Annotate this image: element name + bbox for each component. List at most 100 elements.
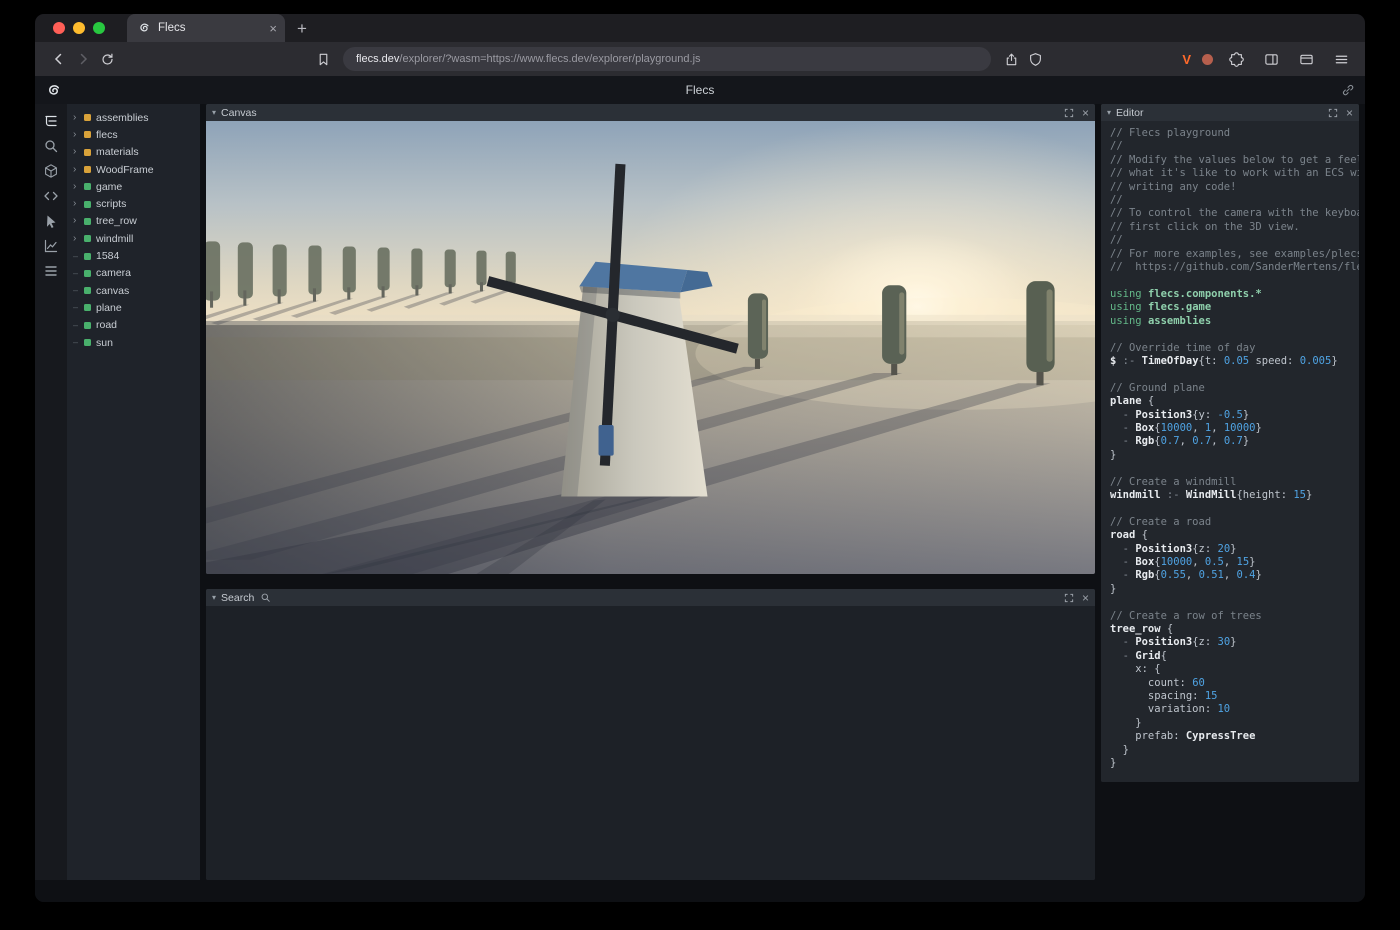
browser-tab[interactable]: Flecs ×: [127, 14, 285, 42]
rows-icon[interactable]: [39, 261, 63, 281]
v-extension-icon[interactable]: V: [1182, 52, 1191, 67]
code-line: - Rgb{0.55, 0.51, 0.4}: [1110, 569, 1350, 582]
zoom-window-button[interactable]: [93, 22, 105, 34]
entity-label: 1584: [96, 250, 119, 262]
menu-icon[interactable]: [1329, 47, 1353, 71]
address-bar[interactable]: flecs.dev/explorer/?wasm=https://www.fle…: [343, 47, 991, 71]
sidebar-toggle-icon[interactable]: [1259, 47, 1283, 71]
code-line: }: [1110, 583, 1350, 596]
expand-panel-icon[interactable]: [1328, 108, 1338, 118]
code-line: [1110, 368, 1350, 381]
entity-label: canvas: [96, 285, 129, 297]
entity-label: flecs: [96, 129, 118, 141]
collapse-chevron-icon[interactable]: ▾: [212, 593, 216, 602]
code-line: windmill :- WindMill{height: 15}: [1110, 489, 1350, 502]
chart-icon[interactable]: [39, 236, 63, 256]
code-line: [1110, 328, 1350, 341]
entity-color-swatch: [84, 201, 91, 208]
close-panel-icon[interactable]: ×: [1082, 592, 1089, 604]
tree-item-canvas[interactable]: –canvas: [67, 282, 200, 299]
editor-panel: ▾ Editor × // Flecs playground//// Modif…: [1101, 104, 1359, 782]
main-content: ›assemblies›flecs›materials›WoodFrame›ga…: [35, 104, 1365, 902]
expand-arrow-icon[interactable]: ›: [73, 216, 84, 226]
tree-item-sun[interactable]: –sun: [67, 334, 200, 351]
code-editor[interactable]: // Flecs playground//// Modify the value…: [1101, 121, 1359, 782]
entity-tree-panel: ›assemblies›flecs›materials›WoodFrame›ga…: [67, 104, 200, 880]
search-icon[interactable]: [39, 136, 63, 156]
tree-item-materials[interactable]: ›materials: [67, 144, 200, 161]
tab-close-icon[interactable]: ×: [269, 22, 277, 35]
tree-item-woodframe[interactable]: › WoodFrame: [67, 161, 200, 178]
tree-item-plane[interactable]: –plane: [67, 299, 200, 316]
entity-color-swatch: [84, 114, 91, 121]
box-icon[interactable]: [39, 161, 63, 181]
code-line: spacing: 15: [1110, 690, 1350, 703]
expand-arrow-icon[interactable]: ›: [73, 165, 84, 175]
collapse-chevron-icon[interactable]: ▾: [1107, 108, 1111, 117]
reload-icon[interactable]: [95, 47, 119, 71]
tree-item-game[interactable]: ›game: [67, 178, 200, 195]
entity-label: assemblies: [96, 112, 149, 124]
forward-icon[interactable]: [71, 47, 95, 71]
code-line: // https://github.com/SanderMertens/flec…: [1110, 261, 1350, 274]
tree-item-1584[interactable]: –1584: [67, 247, 200, 264]
close-panel-icon[interactable]: ×: [1346, 107, 1353, 119]
tree-item-tree_row[interactable]: ›tree_row: [67, 213, 200, 230]
tree-item-camera[interactable]: –camera: [67, 265, 200, 282]
code-line: }: [1110, 449, 1350, 462]
code-line: //: [1110, 194, 1350, 207]
expand-panel-icon[interactable]: [1064, 593, 1074, 603]
tree-item-flecs[interactable]: › flecs: [67, 126, 200, 143]
code-line: }: [1110, 757, 1350, 770]
expand-arrow-icon[interactable]: ›: [73, 199, 84, 209]
tree-item-windmill[interactable]: ›windmill: [67, 230, 200, 247]
back-icon[interactable]: [47, 47, 71, 71]
expand-arrow-icon[interactable]: ›: [73, 234, 84, 244]
browser-toolbar: flecs.dev/explorer/?wasm=https://www.fle…: [35, 42, 1365, 76]
expand-panel-icon[interactable]: [1064, 108, 1074, 118]
code-line: // writing any code!: [1110, 181, 1350, 194]
collapse-chevron-icon[interactable]: ▾: [212, 108, 216, 117]
entity-label: WoodFrame: [96, 164, 154, 176]
entity-color-swatch: [84, 131, 91, 138]
pointer-icon[interactable]: [39, 211, 63, 231]
entity-label: sun: [96, 337, 113, 349]
close-panel-icon[interactable]: ×: [1082, 107, 1089, 119]
leaf-dash-icon: –: [73, 269, 84, 278]
canvas-body: [206, 121, 1095, 574]
search-icon[interactable]: [260, 592, 271, 603]
code-line: // Create a windmill: [1110, 476, 1350, 489]
code-line: using assemblies: [1110, 315, 1350, 328]
extensions-puzzle-icon[interactable]: [1224, 47, 1248, 71]
tree-item-scripts[interactable]: › scripts: [67, 195, 200, 212]
shield-icon[interactable]: [1023, 47, 1047, 71]
entity-label: scripts: [96, 198, 126, 210]
search-results-area[interactable]: [206, 606, 1095, 880]
share-icon[interactable]: [999, 47, 1023, 71]
wallet-icon[interactable]: [1294, 47, 1318, 71]
tree-item-assemblies[interactable]: › assemblies: [67, 109, 200, 126]
3d-scene[interactable]: [206, 121, 1095, 574]
minimize-window-button[interactable]: [73, 22, 85, 34]
new-tab-button[interactable]: +: [297, 20, 307, 37]
expand-arrow-icon[interactable]: ›: [73, 113, 84, 123]
code-line: //: [1110, 140, 1350, 153]
canvas-panel-title: Canvas: [221, 107, 257, 119]
code-line: - Rgb{0.7, 0.7, 0.7}: [1110, 435, 1350, 448]
code-line: // Flecs playground: [1110, 127, 1350, 140]
code-line: // To control the camera with the keyboa…: [1110, 207, 1350, 220]
bookmark-icon[interactable]: [311, 47, 335, 71]
code-line: //: [1110, 234, 1350, 247]
expand-arrow-icon[interactable]: ›: [73, 182, 84, 192]
expand-arrow-icon[interactable]: ›: [73, 147, 84, 157]
expand-arrow-icon[interactable]: ›: [73, 130, 84, 140]
window-controls: [53, 22, 105, 34]
tree-icon[interactable]: [39, 111, 63, 131]
code-icon[interactable]: [39, 186, 63, 206]
dot-extension-icon[interactable]: [1202, 54, 1213, 65]
tree-item-road[interactable]: –road: [67, 317, 200, 334]
close-window-button[interactable]: [53, 22, 65, 34]
left-icon-sidebar: [35, 104, 67, 880]
code-line: $ :- TimeOfDay{t: 0.05 speed: 0.005}: [1110, 355, 1350, 368]
code-line: [1110, 596, 1350, 609]
